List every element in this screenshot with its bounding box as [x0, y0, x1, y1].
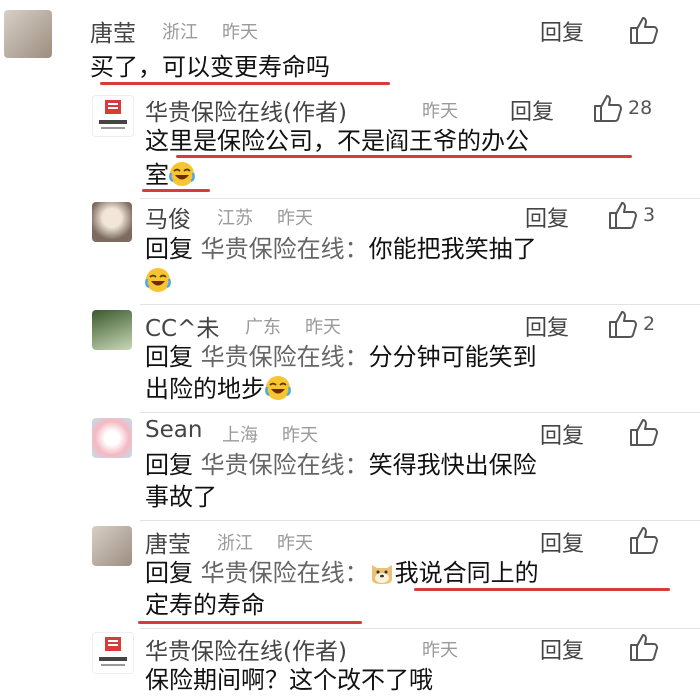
commenter-name[interactable]: Sean [145, 417, 202, 443]
reply-target[interactable]: 华贵保险在线： [201, 235, 369, 263]
reply-button[interactable]: 回复 [540, 15, 584, 47]
commenter-name[interactable]: 唐莹 [145, 525, 191, 559]
comment-region: 江苏 [217, 208, 253, 229]
like-button[interactable] [628, 14, 660, 46]
commenter-name[interactable]: 马俊 [145, 200, 191, 234]
insurer-logo-icon [99, 637, 127, 666]
thumbs-up-icon [607, 199, 639, 231]
like-button[interactable] [628, 524, 660, 556]
reply-button[interactable]: 回复 [540, 418, 584, 450]
reply-target[interactable]: 华贵保险在线： [201, 451, 369, 479]
comment-time: 昨天 [277, 208, 313, 229]
avatar[interactable] [4, 10, 52, 58]
like-button[interactable]: 3 [607, 199, 655, 231]
highlight-underline [100, 82, 390, 85]
reply-target[interactable]: 华贵保险在线： [201, 343, 369, 371]
comment-time: 昨天 [282, 425, 318, 446]
comment-time: 昨天 [422, 101, 458, 122]
doge-emoji [369, 559, 395, 585]
reply-target[interactable]: 华贵保险在线： [201, 559, 369, 587]
commenter-name[interactable]: CC^未 [145, 309, 219, 343]
comment-region: 浙江 [217, 533, 253, 554]
divider [140, 304, 700, 305]
thumbs-up-icon [628, 14, 660, 46]
reply-button[interactable]: 回复 [510, 94, 554, 126]
reply-button[interactable]: 回复 [540, 633, 584, 665]
commenter-name[interactable]: 唐莹 [90, 14, 136, 48]
avatar[interactable] [92, 526, 132, 566]
divider [140, 520, 700, 521]
thumbs-up-icon [628, 416, 660, 448]
highlight-underline [138, 621, 362, 624]
comment-time: 昨天 [422, 640, 458, 661]
comment-text: 回复 华贵保险在线：分分钟可能笑到 [145, 343, 537, 371]
avatar[interactable] [92, 202, 132, 242]
avatar[interactable] [92, 310, 132, 350]
like-button[interactable] [628, 631, 660, 663]
laugh-cry-emoji [145, 267, 171, 293]
avatar[interactable] [92, 632, 134, 674]
avatar[interactable] [92, 418, 132, 458]
commenter-name[interactable]: 华贵保险在线(作者) [145, 93, 347, 127]
divider [140, 412, 700, 413]
highlight-underline [414, 588, 670, 591]
thumbs-up-icon [628, 524, 660, 556]
comment-region: 浙江 [162, 22, 198, 43]
comment-time: 昨天 [305, 317, 341, 338]
comment-text: 保险期间啊？这个改不了哦 [145, 666, 433, 694]
thumbs-up-icon [607, 308, 639, 340]
comment-text-cont: 室 [145, 158, 195, 192]
avatar[interactable] [92, 95, 134, 137]
like-count: 28 [628, 97, 653, 119]
like-button[interactable]: 28 [592, 92, 652, 124]
highlight-underline [176, 155, 632, 158]
comment-region: 上海 [222, 425, 258, 446]
divider [140, 628, 700, 629]
comment-time: 昨天 [222, 22, 258, 43]
commenter-name[interactable]: 华贵保险在线(作者) [145, 632, 347, 666]
thumbs-up-icon [592, 92, 624, 124]
reply-button[interactable]: 回复 [525, 201, 569, 233]
comment-region: 广东 [245, 317, 281, 338]
comment-text: 回复 华贵保险在线：你能把我笑抽了 [145, 235, 537, 263]
comment-text: 回复 华贵保险在线： 我说合同上的 [145, 559, 539, 587]
like-button[interactable]: 2 [607, 308, 655, 340]
laugh-cry-emoji [169, 161, 195, 187]
laugh-cry-emoji [265, 375, 291, 401]
comment-text: 这里是保险公司，不是阎王爷的办公 [145, 127, 529, 155]
comment-text: 回复 华贵保险在线：笑得我快出保险 [145, 451, 537, 479]
reply-button[interactable]: 回复 [540, 526, 584, 558]
comment-text: 买了，可以变更寿命吗 [90, 53, 330, 81]
insurer-logo-icon [99, 100, 127, 129]
like-count: 3 [643, 204, 656, 226]
comment-time: 昨天 [277, 533, 313, 554]
highlight-underline [142, 189, 210, 192]
like-button[interactable] [628, 416, 660, 448]
reply-button[interactable]: 回复 [525, 310, 569, 342]
like-count: 2 [643, 313, 656, 335]
thumbs-up-icon [628, 631, 660, 663]
